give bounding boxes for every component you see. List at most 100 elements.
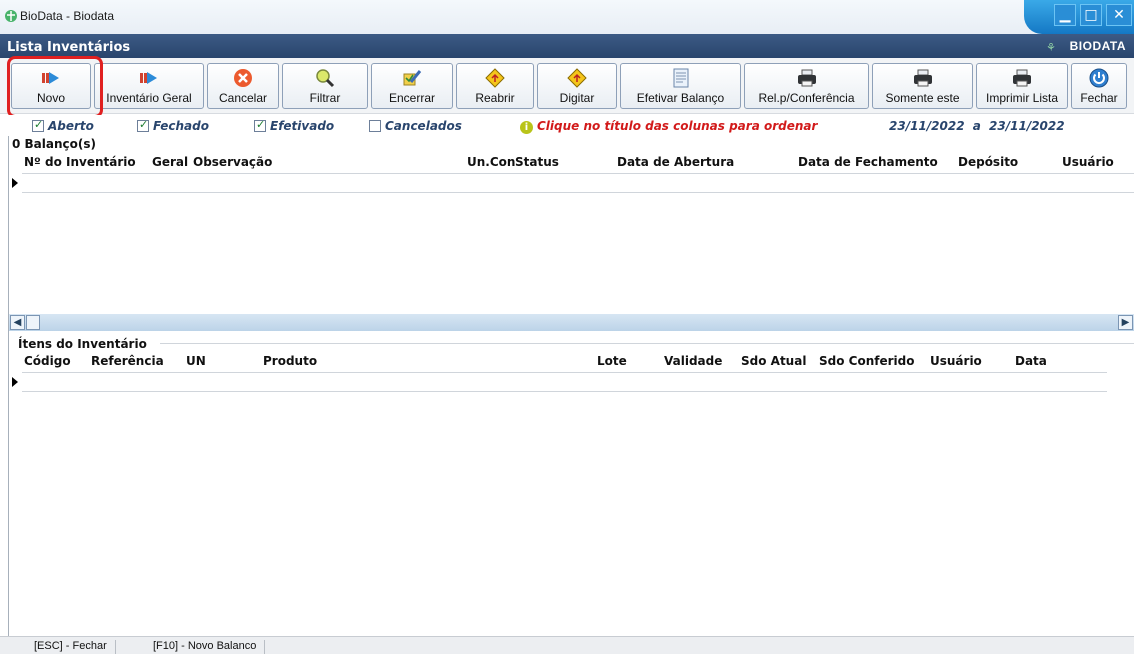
filter-fechado[interactable]: Fechado xyxy=(137,118,209,133)
filter-bar: Aberto Fechado Efetivado Cancelados i Cli… xyxy=(0,115,1134,136)
col-data-fechamento[interactable]: Data de Fechamento xyxy=(798,155,938,169)
fechar-label: Fechar xyxy=(1080,91,1118,105)
digitar-button[interactable]: Digitar xyxy=(537,63,617,109)
balancos-count: 0 Balanço(s) xyxy=(12,137,96,151)
printer-icon xyxy=(1013,69,1031,87)
col-itens-usuario[interactable]: Usuário xyxy=(930,354,982,368)
warning-diamond-icon xyxy=(485,68,505,88)
sort-hint-text: Clique no título das colunas para ordena… xyxy=(537,119,818,133)
form-header: Lista Inventários ⚘ BIODATA xyxy=(0,34,1134,58)
rel-conferencia-button[interactable]: Rel.p/Conferência xyxy=(744,63,869,109)
sort-hint: i Clique no título das colunas para orden… xyxy=(520,119,817,134)
window-controls: ▁ □ ✕ xyxy=(1024,0,1134,34)
scroll-thumb[interactable] xyxy=(26,315,40,330)
efetivar-balanco-label: Efetivar Balanço xyxy=(636,91,725,105)
col-produto[interactable]: Produto xyxy=(263,354,317,368)
imprimir-lista-label: Imprimir Lista xyxy=(985,91,1058,105)
col-codigo[interactable]: Código xyxy=(24,354,71,368)
filter-efetivado[interactable]: Efetivado xyxy=(254,118,335,133)
encerrar-label: Encerrar xyxy=(388,91,435,105)
reabrir-button[interactable]: Reabrir xyxy=(456,63,534,109)
itens-caption: Ítens do Inventário xyxy=(18,337,147,351)
col-status[interactable]: Status xyxy=(515,155,559,169)
col-data[interactable]: Data xyxy=(1015,354,1047,368)
info-icon: i xyxy=(520,121,533,134)
itens-row-line xyxy=(22,391,1107,392)
col-lote[interactable]: Lote xyxy=(597,354,627,368)
fechado-checkbox[interactable] xyxy=(137,118,149,132)
filtrar-button[interactable]: Filtrar xyxy=(282,63,368,109)
date-separator: a xyxy=(972,119,981,133)
status-esc-fechar: [ESC] - Fechar xyxy=(26,640,116,654)
filtrar-label: Filtrar xyxy=(309,91,341,105)
power-icon xyxy=(1089,68,1109,88)
date-range[interactable]: 23/11/2022 a 23/11/2022 xyxy=(889,119,1065,133)
imprimir-lista-button[interactable]: Imprimir Lista xyxy=(976,63,1068,109)
efetivado-label: Efetivado xyxy=(270,119,335,133)
minimize-button[interactable]: ▁ xyxy=(1054,4,1076,26)
col-deposito[interactable]: Depósito xyxy=(958,155,1018,169)
biodata-app-icon xyxy=(5,10,17,22)
status-f10-novo: [F10] - Novo Balanco xyxy=(145,640,266,654)
status-bar: [ESC] - Fechar [F10] - Novo Balanco xyxy=(0,636,1134,654)
filter-cancelados[interactable]: Cancelados xyxy=(369,119,462,133)
toolbar: Novo Inventário Geral Cancelar Filtrar E… xyxy=(0,58,1134,114)
balancos-hscrollbar[interactable]: ◀ ▶ xyxy=(9,314,1134,331)
panel-left-border xyxy=(8,136,9,636)
col-geral[interactable]: Geral xyxy=(152,155,188,169)
date-to: 23/11/2022 xyxy=(989,119,1065,133)
close-window-button[interactable]: ✕ xyxy=(1106,4,1132,26)
balancos-row-line xyxy=(22,192,1134,193)
rel-conferencia-label: Rel.p/Conferência xyxy=(758,91,855,105)
filter-aberto[interactable]: Aberto xyxy=(32,118,94,133)
title-bar: BioData - Biodata ▁ □ ✕ xyxy=(0,0,1134,34)
cancelados-checkbox[interactable] xyxy=(369,120,381,132)
inventario-geral-button[interactable]: Inventário Geral xyxy=(94,63,204,109)
col-sdo-atual[interactable]: Sdo Atual xyxy=(741,354,806,368)
scroll-right-button[interactable]: ▶ xyxy=(1118,315,1133,330)
efetivar-balanco-button[interactable]: Efetivar Balanço xyxy=(620,63,741,109)
itens-header-line xyxy=(22,372,1107,373)
aberto-label: Aberto xyxy=(48,119,94,133)
cancel-x-icon xyxy=(234,69,252,87)
warning-diamond-icon xyxy=(567,68,587,88)
fechado-label: Fechado xyxy=(153,119,209,133)
itens-caption-line xyxy=(160,343,1134,344)
printer-icon xyxy=(797,69,816,87)
somente-este-button[interactable]: Somente este xyxy=(872,63,973,109)
inventario-geral-label: Inventário Geral xyxy=(106,91,192,105)
col-numero-inventario[interactable]: Nº do Inventário xyxy=(24,155,136,169)
aberto-checkbox[interactable] xyxy=(32,118,44,132)
efetivado-checkbox[interactable] xyxy=(254,118,266,132)
date-from: 23/11/2022 xyxy=(889,119,965,133)
balancos-header-line xyxy=(22,173,1134,174)
printer-icon xyxy=(913,69,932,87)
col-un-con[interactable]: Un.Con xyxy=(467,155,515,169)
digitar-label: Digitar xyxy=(559,91,595,105)
col-sdo-conferido[interactable]: Sdo Conferido xyxy=(819,354,914,368)
reabrir-label: Reabrir xyxy=(475,91,515,105)
maximize-button[interactable]: □ xyxy=(1080,4,1102,26)
cancelar-label: Cancelar xyxy=(218,91,268,105)
col-data-abertura[interactable]: Data de Abertura xyxy=(617,155,734,169)
brand-leaf-icon: ⚘ xyxy=(1046,41,1056,54)
arrow-right-icon xyxy=(140,72,157,84)
brand-logo: BIODATA xyxy=(1069,39,1126,53)
fechar-button[interactable]: Fechar xyxy=(1071,63,1127,109)
magnifier-icon xyxy=(316,69,335,88)
scroll-left-button[interactable]: ◀ xyxy=(10,315,25,330)
col-referencia[interactable]: Referência xyxy=(91,354,164,368)
itens-row-indicator xyxy=(12,377,18,387)
novo-highlight-annotation xyxy=(7,56,103,118)
col-observacao[interactable]: Observação xyxy=(193,155,272,169)
window-title: BioData - Biodata xyxy=(20,9,115,23)
somente-este-label: Somente este xyxy=(885,91,960,105)
pen-check-icon xyxy=(403,70,422,86)
col-un[interactable]: UN xyxy=(186,354,206,368)
document-icon xyxy=(673,68,688,88)
col-validade[interactable]: Validade xyxy=(664,354,722,368)
cancelar-button[interactable]: Cancelar xyxy=(207,63,279,109)
col-usuario[interactable]: Usuário xyxy=(1062,155,1114,169)
form-title: Lista Inventários xyxy=(7,40,131,55)
encerrar-button[interactable]: Encerrar xyxy=(371,63,453,109)
